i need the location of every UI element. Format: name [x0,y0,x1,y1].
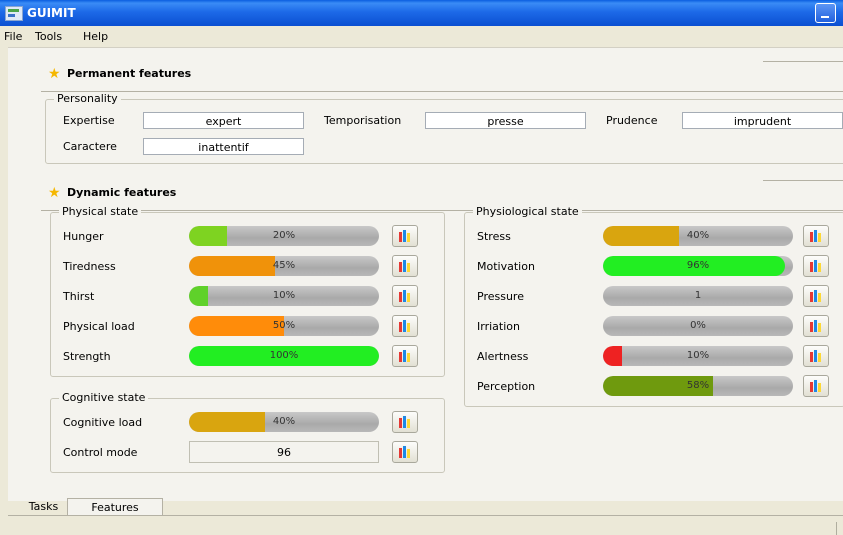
tiredness-details-button[interactable] [392,255,418,277]
perception-value: 58% [686,380,710,391]
books-icon [399,446,412,458]
thirst-label: Thirst [63,290,95,303]
irriation-bar: 0% [603,316,793,336]
cognitive-state-group-label: Cognitive state [59,391,149,404]
prudence-field[interactable]: imprudent [682,112,843,129]
pressure-bar: 1 [603,286,793,306]
caractere-label: Caractere [63,140,117,153]
status-bar [0,516,843,535]
motivation-details-button[interactable] [803,255,829,277]
books-icon [399,320,412,332]
menu-file[interactable]: File [4,30,22,43]
window-title: GUIMIT [27,6,76,20]
dynamic-section-title: Dynamic features [67,186,177,199]
irriation-details-button[interactable] [803,315,829,337]
physical-load-value: 50% [272,320,296,331]
perception-bar: 58% [603,376,793,396]
motivation-bar: 96% [603,256,793,276]
books-icon [399,290,412,302]
stress-value: 40% [686,230,710,241]
minimize-button[interactable] [815,3,836,23]
title-bar: GUIMIT [0,0,843,26]
books-icon [399,230,412,242]
books-icon [399,350,412,362]
temporisation-label: Temporisation [324,114,402,127]
menu-bar: File Tools Help [0,26,843,47]
stress-label: Stress [477,230,511,243]
bottom-tab-bar: Tasks Features [8,498,843,516]
books-icon [810,290,823,302]
books-icon [810,320,823,332]
menu-tools[interactable]: Tools [35,30,62,43]
star-icon: ★ [48,66,61,82]
alertness-details-button[interactable] [803,345,829,367]
pressure-value: 1 [694,290,702,301]
star-icon: ★ [48,185,61,201]
physical-state-group-label: Physical state [59,205,142,218]
alertness-label: Alertness [477,350,529,363]
books-icon [810,350,823,362]
books-icon [810,260,823,272]
physical-load-details-button[interactable] [392,315,418,337]
control-mode-label: Control mode [63,446,138,459]
app-icon [5,6,23,21]
thirst-value: 10% [272,290,296,301]
expertise-label: Expertise [63,114,115,127]
irriation-value: 0% [690,320,706,331]
alertness-value: 10% [686,350,710,361]
books-icon [399,260,412,272]
alertness-bar: 10% [603,346,793,366]
temporisation-field[interactable]: presse [425,112,586,129]
permanent-section-title: Permanent features [67,67,192,80]
control-mode-value: 96 [189,441,379,463]
strength-value: 100% [269,350,299,361]
strength-bar: 100% [189,346,379,366]
hunger-value: 20% [272,230,296,241]
tiredness-bar: 45% [189,256,379,276]
stress-details-button[interactable] [803,225,829,247]
thirst-bar: 10% [189,286,379,306]
resize-grip[interactable] [836,522,843,535]
tiredness-label: Tiredness [63,260,116,273]
tiredness-value: 45% [272,260,296,271]
physical-load-bar: 50% [189,316,379,336]
books-icon [399,416,412,428]
physical-load-label: Physical load [63,320,135,333]
pressure-label: Pressure [477,290,524,303]
cognitive-load-value: 40% [272,416,296,427]
motivation-label: Motivation [477,260,535,273]
perception-label: Perception [477,380,536,393]
stress-bar: 40% [603,226,793,246]
strength-label: Strength [63,350,111,363]
expertise-field[interactable]: expert [143,112,304,129]
books-icon [810,230,823,242]
strength-details-button[interactable] [392,345,418,367]
irriation-label: Irriation [477,320,520,333]
thirst-details-button[interactable] [392,285,418,307]
features-panel: ★ Permanent features Personality Experti… [8,47,843,501]
hunger-bar: 20% [189,226,379,246]
pressure-details-button[interactable] [803,285,829,307]
personality-group-label: Personality [54,92,121,105]
perception-details-button[interactable] [803,375,829,397]
caractere-field[interactable]: inattentif [143,138,304,155]
cognitive-load-bar: 40% [189,412,379,432]
books-icon [810,380,823,392]
menu-help[interactable]: Help [83,30,108,43]
physiological-state-group-label: Physiological state [473,205,582,218]
hunger-details-button[interactable] [392,225,418,247]
tab-features[interactable]: Features [67,498,163,515]
hunger-label: Hunger [63,230,104,243]
prudence-label: Prudence [606,114,658,127]
motivation-value: 96% [686,260,710,271]
tab-tasks[interactable]: Tasks [20,498,67,515]
control-mode-details-button[interactable] [392,441,418,463]
cognitive-load-label: Cognitive load [63,416,143,429]
cognitive-load-details-button[interactable] [392,411,418,433]
